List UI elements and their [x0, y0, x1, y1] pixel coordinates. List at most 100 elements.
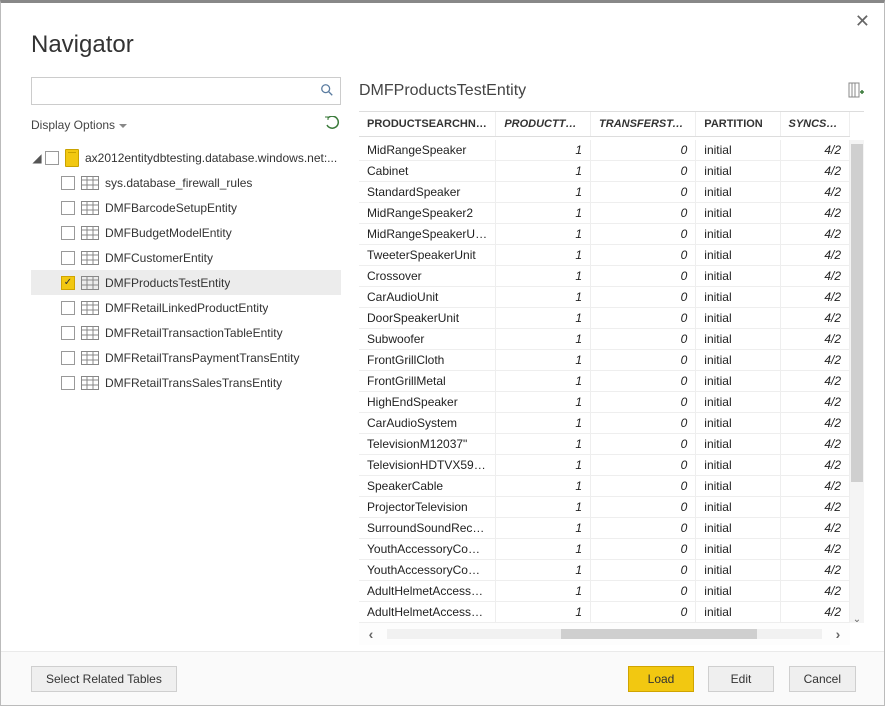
item-checkbox[interactable] [61, 176, 75, 190]
table-cell: 1 [496, 518, 591, 539]
scroll-left-icon[interactable]: ‹ [359, 626, 383, 642]
refresh-icon[interactable] [325, 116, 341, 135]
table-row[interactable]: SurroundSoundReceive10initial4/2 [359, 518, 850, 539]
scroll-thumb[interactable] [851, 144, 863, 482]
table-cell: 0 [591, 455, 696, 476]
table-row[interactable]: FrontGrillCloth10initial4/2 [359, 350, 850, 371]
tree-item[interactable]: DMFRetailTransPaymentTransEntity [31, 345, 341, 370]
table-row[interactable]: TweeterSpeakerUnit10initial4/2 [359, 245, 850, 266]
table-cell: Subwoofer [359, 329, 496, 350]
preview-grid: PRODUCTSEARCHNAMEPRODUCTTYPETRANSFERSTAT… [359, 111, 864, 645]
table-cell: 1 [496, 308, 591, 329]
table-cell: MidRangeSpeaker [359, 140, 496, 161]
table-row[interactable]: AdultHelmetAccessory10initial4/2 [359, 602, 850, 623]
table-cell: 4/2 [780, 350, 850, 371]
item-checkbox[interactable] [61, 226, 75, 240]
table-row[interactable]: Subwoofer10initial4/2 [359, 329, 850, 350]
table-cell: 4/2 [780, 455, 850, 476]
left-pane: Display Options ◢ax2012entitydbtesting.d… [31, 77, 341, 645]
table-cell: 4/2 [780, 392, 850, 413]
table-cell: 4/2 [780, 182, 850, 203]
hscroll-thumb[interactable] [561, 629, 757, 639]
table-cell: 0 [591, 497, 696, 518]
table-cell: 4/2 [780, 518, 850, 539]
tree-item[interactable]: DMFRetailTransactionTableEntity [31, 320, 341, 345]
tree-database-node[interactable]: ◢ax2012entitydbtesting.database.windows.… [31, 145, 341, 170]
table-cell: 4/2 [780, 413, 850, 434]
column-header[interactable]: PRODUCTSEARCHNAME [359, 112, 496, 137]
item-checkbox[interactable] [61, 351, 75, 365]
item-checkbox[interactable] [61, 326, 75, 340]
cancel-button[interactable]: Cancel [789, 666, 856, 692]
table-row[interactable]: TelevisionHDTVX5905210initial4/2 [359, 455, 850, 476]
item-checkbox[interactable] [61, 251, 75, 265]
table-row[interactable]: AdultHelmetAccessory10initial4/2 [359, 581, 850, 602]
close-icon[interactable]: ✕ [855, 11, 870, 32]
select-related-tables-button[interactable]: Select Related Tables [31, 666, 177, 692]
display-options-dropdown[interactable]: Display Options [31, 118, 127, 132]
table-cell: initial [696, 497, 780, 518]
table-row[interactable]: Cabinet10initial4/2 [359, 161, 850, 182]
table-cell: 4/2 [780, 581, 850, 602]
scroll-down-icon[interactable]: ⌄ [850, 614, 864, 625]
scroll-right-icon[interactable]: › [826, 626, 850, 642]
search-input[interactable] [32, 78, 310, 104]
table-icon [81, 201, 99, 215]
table-cell: 1 [496, 350, 591, 371]
load-button[interactable]: Load [628, 666, 694, 692]
tree-item-label: sys.database_firewall_rules [105, 176, 252, 190]
collapse-icon[interactable]: ◢ [31, 151, 43, 165]
edit-button[interactable]: Edit [708, 666, 774, 692]
table-row[interactable]: YouthAccessoryComboS10initial4/2 [359, 539, 850, 560]
vertical-scrollbar[interactable]: ⌄ [850, 140, 864, 623]
tree-item[interactable]: ✓ DMFProductsTestEntity [31, 270, 341, 295]
table-icon [81, 176, 99, 190]
table-cell: 1 [496, 329, 591, 350]
horizontal-scrollbar[interactable]: ‹ › [359, 623, 850, 645]
column-header[interactable]: SYNCSTART [780, 112, 850, 137]
table-row[interactable]: DoorSpeakerUnit10initial4/2 [359, 308, 850, 329]
tree-item[interactable]: DMFRetailTransSalesTransEntity [31, 370, 341, 395]
preview-title: DMFProductsTestEntity [359, 82, 526, 100]
table-cell: 0 [591, 413, 696, 434]
add-column-icon[interactable] [848, 82, 864, 101]
item-checkbox[interactable] [61, 376, 75, 390]
table-icon [81, 251, 99, 265]
column-header[interactable]: TRANSFERSTATUS [591, 112, 696, 137]
table-row[interactable]: MidRangeSpeaker10initial4/2 [359, 140, 850, 161]
tree-item[interactable]: DMFBudgetModelEntity [31, 220, 341, 245]
table-row[interactable]: CarAudioSystem10initial4/2 [359, 413, 850, 434]
search-icon[interactable] [320, 83, 334, 100]
dialog-title: Navigator [31, 31, 134, 59]
tree-item[interactable]: sys.database_firewall_rules [31, 170, 341, 195]
table-cell: 1 [496, 224, 591, 245]
column-header[interactable]: PARTITION [696, 112, 780, 137]
table-row[interactable]: HighEndSpeaker10initial4/2 [359, 392, 850, 413]
table-cell: 1 [496, 182, 591, 203]
item-checkbox[interactable] [61, 201, 75, 215]
table-row[interactable]: CarAudioUnit10initial4/2 [359, 287, 850, 308]
tree-item-label: DMFProductsTestEntity [105, 276, 230, 290]
tree-item[interactable]: DMFBarcodeSetupEntity [31, 195, 341, 220]
item-checkbox[interactable]: ✓ [61, 276, 75, 290]
item-checkbox[interactable] [61, 301, 75, 315]
table-row[interactable]: StandardSpeaker10initial4/2 [359, 182, 850, 203]
table-row[interactable]: YouthAccessoryComboS10initial4/2 [359, 560, 850, 581]
table-cell: 4/2 [780, 497, 850, 518]
table-cell: 0 [591, 560, 696, 581]
table-icon [81, 276, 99, 290]
table-row[interactable]: MidRangeSpeaker210initial4/2 [359, 203, 850, 224]
table-row[interactable]: MidRangeSpeakerUnit10initial4/2 [359, 224, 850, 245]
db-checkbox[interactable] [45, 151, 59, 165]
table-row[interactable]: TelevisionM12037"10initial4/2 [359, 434, 850, 455]
column-header[interactable]: PRODUCTTYPE [496, 112, 591, 137]
table-row[interactable]: ProjectorTelevision10initial4/2 [359, 497, 850, 518]
tree-item[interactable]: DMFRetailLinkedProductEntity [31, 295, 341, 320]
tree-item[interactable]: DMFCustomerEntity [31, 245, 341, 270]
table-row[interactable]: Crossover10initial4/2 [359, 266, 850, 287]
table-cell: 4/2 [780, 560, 850, 581]
table-cell: initial [696, 161, 780, 182]
table-row[interactable]: SpeakerCable10initial4/2 [359, 476, 850, 497]
table-row[interactable]: FrontGrillMetal10initial4/2 [359, 371, 850, 392]
search-box [31, 77, 341, 105]
